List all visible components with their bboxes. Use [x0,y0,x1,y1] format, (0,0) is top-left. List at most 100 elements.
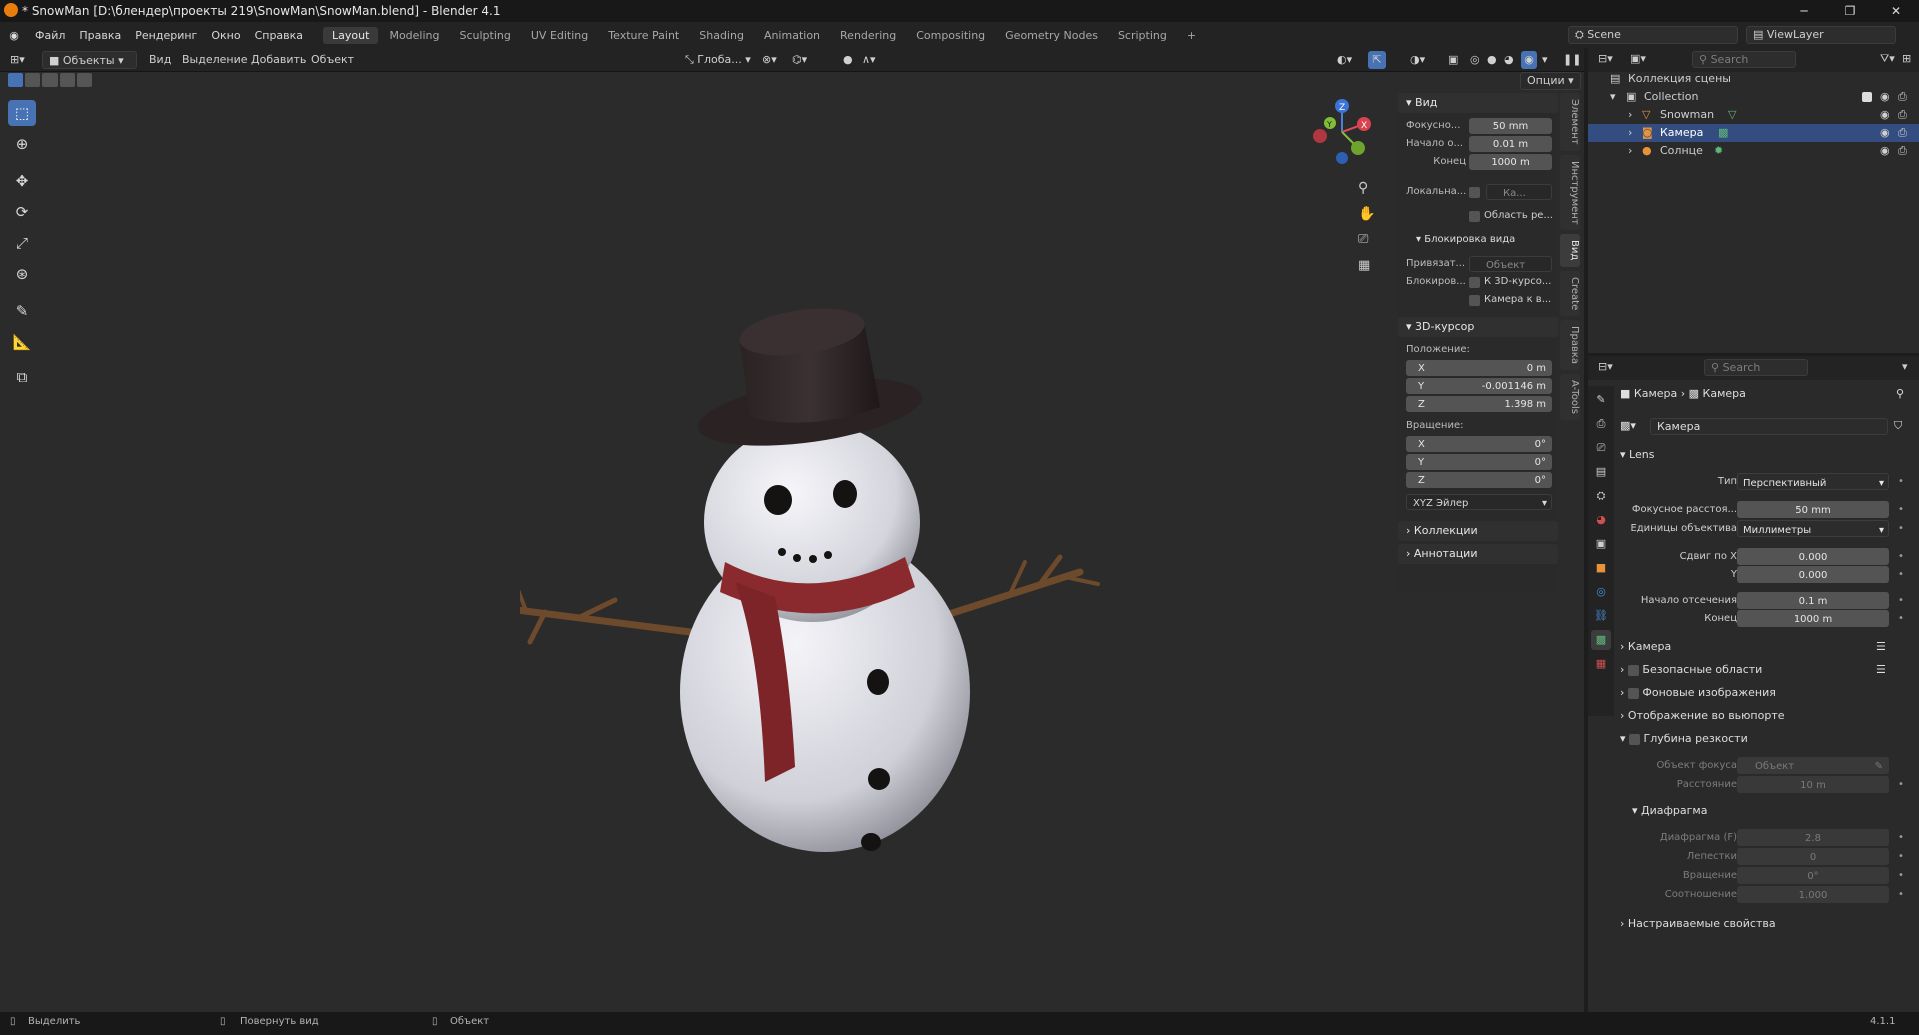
snowman-row[interactable]: › ▽ Snowman ▽ ◉ ⎙ [1588,106,1919,124]
pivot-icon[interactable]: ⊗▾ [762,51,777,69]
tab-animation[interactable]: Animation [755,27,829,44]
eye-icon[interactable]: ◉ [1880,124,1890,142]
rotate-icon[interactable]: ⟳ [8,199,36,225]
focal-length-field[interactable]: 50 mm [1469,118,1552,134]
falloff-icon[interactable]: ∧▾ [862,51,876,69]
mode-selector[interactable]: ■ Объекты ▾ [42,51,137,69]
outliner-search[interactable]: ⚲ Search [1692,51,1796,68]
gizmo-toggle-icon[interactable]: ⇱ [1368,51,1386,69]
sun-row[interactable]: › ● Солнце ✹ ◉ ⎙ [1588,142,1919,160]
solid-shading-icon[interactable]: ● [1487,51,1497,69]
render-camera-icon[interactable]: ⎙ [1898,124,1907,142]
eye-icon[interactable]: ◉ [1880,88,1890,106]
cursor-z-field[interactable]: Z 1.398 m [1406,396,1552,412]
new-collection-icon[interactable]: ⊞ [1902,52,1911,65]
keyframe-dot-icon[interactable]: • [1898,885,1904,904]
bg-images-panel-header[interactable]: › Фоновые изображения [1620,683,1910,703]
measure-icon[interactable]: 📐 [8,329,36,355]
eye-icon[interactable]: ◉ [1880,106,1890,124]
lock-cursor-checkbox[interactable] [1469,277,1480,288]
keyframe-dot-icon[interactable]: • [1898,500,1904,519]
select-new-icon[interactable] [8,73,24,87]
keyframe-dot-icon[interactable]: • [1898,775,1904,794]
menu-edit[interactable]: Правка [72,29,128,42]
viewport-display-panel-header[interactable]: › Отображение во вьюпорте [1620,706,1910,726]
select-difference-icon[interactable] [59,73,75,87]
expand-icon[interactable]: › [1628,106,1632,124]
rendered-shading-icon[interactable]: ◉ [1521,51,1537,69]
scene-selector[interactable]: ⛭ Scene [1568,26,1738,44]
cursor-panel-header[interactable]: ▾ 3D-курсор [1398,317,1558,337]
tab-shading[interactable]: Shading [690,27,753,44]
proportional-icon[interactable]: ● [843,51,853,69]
keyframe-dot-icon[interactable]: • [1898,519,1904,538]
display-mode-icon[interactable]: ▣▾ [1630,52,1646,65]
dof-panel-header[interactable]: ▾ Глубина резкости [1620,729,1910,749]
rotation-mode-dropdown[interactable]: XYZ Эйлер ▾ [1406,494,1552,510]
clip-start-field[interactable]: 0.01 m [1469,136,1552,152]
select-mode-buttons[interactable] [8,73,93,89]
aperture-subpanel-header[interactable]: ▾ Диафрагма [1632,801,1919,821]
xray-icon[interactable]: ▣ [1448,51,1458,69]
cursor-rot-y-field[interactable]: Y 0° [1406,454,1552,470]
tab-layout[interactable]: Layout [323,26,379,44]
datablock-name-field[interactable]: Камера [1650,418,1888,435]
3d-viewport[interactable]: Опции ▾ Z X Y ⚲ ✋ ⎚ ▦ [0,72,1584,1012]
menu-select[interactable]: Выделение [182,51,248,69]
editor-type-icon[interactable]: ⊞▾ [10,51,25,69]
properties-options-icon[interactable]: ▾ [1902,360,1908,373]
transform-icon[interactable]: ⊛ [8,261,36,287]
move-icon[interactable]: ✥ [8,168,36,194]
zoom-icon[interactable]: ⚲ [1358,180,1368,196]
keyframe-dot-icon[interactable]: • [1898,591,1904,610]
scene-collection-row[interactable]: ▤ Коллекция сцены [1588,70,1919,88]
scene-tab-icon[interactable]: ⛭ [1591,486,1611,506]
keyframe-dot-icon[interactable]: • [1898,609,1904,628]
expand-icon[interactable]: ▾ [1610,88,1616,106]
select-box-icon[interactable]: ⬚ [8,100,36,126]
camera-view-icon[interactable]: ⎚ [1358,232,1368,247]
aperture-rotation-field[interactable]: 0° [1737,867,1889,884]
select-subtract-icon[interactable] [42,73,58,87]
keyframe-dot-icon[interactable]: • [1898,847,1904,866]
expand-icon[interactable]: › [1628,142,1632,160]
visibility-icon[interactable]: ◐▾ [1337,51,1352,69]
filter-icon[interactable]: ⛛▾ [1880,52,1895,66]
tab-geometry-nodes[interactable]: Geometry Nodes [996,27,1107,44]
lock-camera-checkbox[interactable] [1469,295,1480,306]
outliner-editor-icon[interactable]: ⊟▾ [1598,52,1613,65]
snap-icon[interactable]: ⌬▾ [792,51,807,69]
minimize-icon[interactable]: ─ [1781,0,1827,22]
camera-data-tab-icon[interactable]: ▩ [1591,630,1611,650]
annotate-icon[interactable]: ✎ [8,298,36,324]
annotations-panel-header[interactable]: › Аннотации [1398,544,1558,564]
lens-panel-header[interactable]: ▾ Lens [1620,445,1910,465]
constraints-tab-icon[interactable]: ⛓ [1591,606,1611,626]
eye-icon[interactable]: ◉ [1880,142,1890,160]
orientation-selector[interactable]: ⤡ Глоба... ▾ [685,51,751,69]
clip-end-field[interactable]: 1000 m [1737,610,1889,627]
add-workspace-button[interactable]: + [1178,27,1205,44]
safe-areas-checkbox[interactable] [1627,664,1639,676]
tab-a-tools[interactable]: A-Tools [1560,373,1580,420]
scale-icon[interactable]: ⤢ [8,230,36,256]
overlay-toggle-icon[interactable]: ◑▾ [1410,51,1425,69]
focal-length-field[interactable]: 50 mm [1737,501,1889,518]
lens-type-dropdown[interactable]: Перспективный ▾ [1737,473,1889,490]
cursor-x-field[interactable]: X 0 m [1406,360,1552,376]
collection-row[interactable]: ▾ ▣ Collection ◉ ⎙ [1588,88,1919,106]
object-tab-icon[interactable]: ■ [1591,558,1611,578]
tab-item[interactable]: Элемент [1560,93,1580,151]
options-dropdown[interactable]: Опции ▾ [1520,72,1581,90]
lens-unit-dropdown[interactable]: Миллиметры ▾ [1737,520,1889,537]
presets-icon[interactable]: ☰ [1876,660,1886,680]
tab-modeling[interactable]: Modeling [380,27,448,44]
render-tab-icon[interactable]: ⎙ [1591,414,1611,434]
tab-edit[interactable]: Правка [1560,319,1580,370]
expand-icon[interactable]: › [1628,124,1632,142]
menu-view[interactable]: Вид [149,51,171,69]
cursor-icon[interactable]: ⊕ [8,131,36,157]
blender-menu-icon[interactable]: ◉ [0,29,28,42]
tab-texture-paint[interactable]: Texture Paint [599,27,688,44]
camera-data-icon[interactable]: ▩▾ [1620,416,1636,436]
